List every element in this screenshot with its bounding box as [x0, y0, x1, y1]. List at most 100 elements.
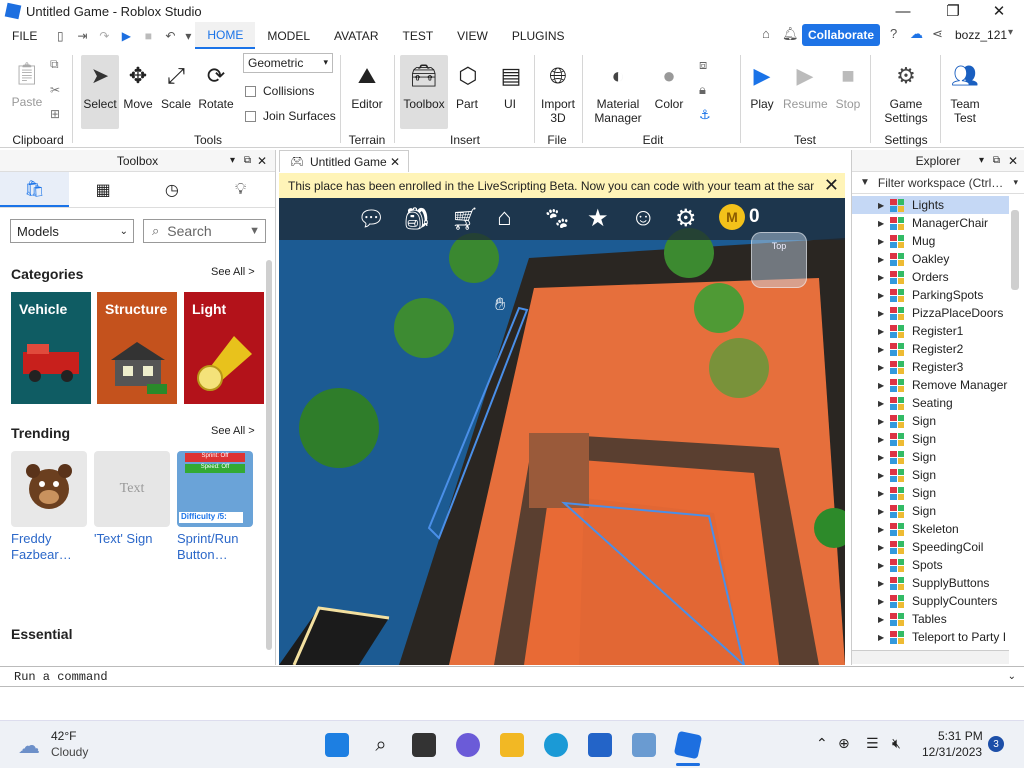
- explorer-item[interactable]: ▶ Mug: [852, 232, 1009, 250]
- paw-icon[interactable]: 🐾︎: [543, 206, 571, 232]
- expand-arrow-icon[interactable]: ▶: [878, 471, 888, 480]
- paste-button[interactable]: 📋︎ Paste: [8, 57, 46, 109]
- expand-arrow-icon[interactable]: ▶: [878, 255, 888, 264]
- game-settings-button[interactable]: ⚙ Game Settings: [880, 59, 932, 125]
- expand-arrow-icon[interactable]: ▶: [878, 543, 888, 552]
- explorer-horizontal-scrollbar[interactable]: [852, 650, 1009, 664]
- expand-arrow-icon[interactable]: ▶: [878, 435, 888, 444]
- tab-avatar[interactable]: AVATAR: [322, 22, 390, 49]
- quick-access-dropdown-icon[interactable]: ▾: [181, 26, 195, 46]
- stop-quick-icon[interactable]: ■: [137, 26, 159, 46]
- expand-arrow-icon[interactable]: ▶: [878, 201, 888, 210]
- task-view-icon[interactable]: [412, 733, 436, 757]
- expand-arrow-icon[interactable]: ▶: [878, 345, 888, 354]
- explorer-scrollbar[interactable]: [1011, 210, 1019, 290]
- material-manager-button[interactable]: ◐ Material Manager: [592, 59, 644, 125]
- trending-see-all-link[interactable]: See All >: [211, 425, 255, 437]
- chevron-down-icon[interactable]: ⌄: [1008, 671, 1016, 682]
- explorer-item[interactable]: ▶ Tables: [852, 610, 1009, 628]
- help-icon[interactable]: ?: [890, 26, 897, 41]
- username[interactable]: bozz_121: [955, 28, 1007, 42]
- trending-item-text-sign[interactable]: Text: [94, 451, 170, 527]
- lock-icon[interactable]: 🔒︎: [699, 82, 706, 98]
- command-bar[interactable]: Run a command ⌄: [0, 666, 1024, 687]
- wifi-icon[interactable]: ☰: [866, 735, 879, 752]
- category-vehicle[interactable]: Vehicle: [11, 292, 91, 404]
- ui-button[interactable]: ▤ UI: [494, 59, 526, 111]
- explorer-item[interactable]: ▶ Orders: [852, 268, 1009, 286]
- tab-plugins[interactable]: PLUGINS: [500, 22, 577, 49]
- start-windows-icon[interactable]: [325, 733, 349, 757]
- expand-arrow-icon[interactable]: ▶: [878, 453, 888, 462]
- close-icon[interactable]: ✕: [1008, 154, 1018, 168]
- move-tool-button[interactable]: ✥ Move: [121, 59, 155, 111]
- new-file-icon[interactable]: ▯: [49, 26, 71, 46]
- explorer-item[interactable]: ▶ SupplyButtons: [852, 574, 1009, 592]
- close-icon[interactable]: ✕: [257, 154, 267, 168]
- explorer-item[interactable]: ▶ PizzaPlaceDoors: [852, 304, 1009, 322]
- explorer-item[interactable]: ▶ Sign: [852, 484, 1009, 502]
- expand-arrow-icon[interactable]: ▶: [878, 327, 888, 336]
- expand-arrow-icon[interactable]: ▶: [878, 507, 888, 516]
- store-icon[interactable]: [588, 733, 612, 757]
- transform-mode-select[interactable]: Geometric ▾: [243, 53, 333, 73]
- explorer-item[interactable]: ▶ Remove Manager: [852, 376, 1009, 394]
- tab-model[interactable]: MODEL: [255, 22, 322, 49]
- trending-label[interactable]: 'Text' Sign: [94, 531, 152, 547]
- expand-arrow-icon[interactable]: ▶: [878, 597, 888, 606]
- explorer-item[interactable]: ▶ Skeleton: [852, 520, 1009, 538]
- trending-label[interactable]: Sprint/Run Button…: [177, 531, 238, 563]
- weather-condition[interactable]: Cloudy: [51, 745, 88, 759]
- resume-button[interactable]: ▶ Resume: [783, 59, 828, 111]
- minimize-button[interactable]: —: [880, 0, 926, 22]
- settings-gear-icon[interactable]: ⚙: [675, 204, 697, 233]
- chat-icon[interactable]: 💬︎: [357, 206, 385, 232]
- cut-icon[interactable]: ✂: [50, 83, 60, 97]
- copy-icon[interactable]: ⧉: [50, 57, 59, 72]
- explorer-item[interactable]: ▶ Register3: [852, 358, 1009, 376]
- chevron-down-icon[interactable]: ▾: [230, 155, 235, 166]
- cloud-icon[interactable]: ☁: [910, 26, 923, 42]
- close-button[interactable]: ✕: [976, 0, 1022, 22]
- tab-home[interactable]: HOME: [195, 22, 256, 49]
- select-tool-button[interactable]: ➤ Select: [81, 55, 119, 129]
- redo-icon[interactable]: ↷: [93, 26, 115, 46]
- view-selector-cube[interactable]: Top: [751, 232, 807, 288]
- collaborate-button[interactable]: Collaborate: [802, 24, 880, 46]
- undo-icon[interactable]: ↶: [159, 26, 181, 46]
- home-icon[interactable]: ⌂: [762, 26, 770, 41]
- explorer-item[interactable]: ▶ Spots: [852, 556, 1009, 574]
- explorer-item[interactable]: ▶ Oakley: [852, 250, 1009, 268]
- house-icon[interactable]: ⌂: [497, 204, 512, 232]
- explorer-item[interactable]: ▶ Sign: [852, 466, 1009, 484]
- game-viewport[interactable]: 💬︎ 🎒︎ 🛒︎ ⌂ 🐾︎ ★ ☺ ⚙ M 0 Top ✋︎: [279, 198, 845, 665]
- tab-marketplace[interactable]: 🛍︎: [0, 172, 69, 207]
- volume-mute-icon[interactable]: 🔇︎: [892, 735, 901, 752]
- import-3d-button[interactable]: 🌐︎ Import 3D: [538, 59, 578, 125]
- expand-arrow-icon[interactable]: ▶: [878, 561, 888, 570]
- duplicate-icon[interactable]: ⊞: [50, 107, 60, 121]
- team-test-button[interactable]: 👥︎ Team Test: [945, 59, 985, 125]
- tab-view[interactable]: VIEW: [445, 22, 500, 49]
- explorer-item[interactable]: ▶ Sign: [852, 502, 1009, 520]
- color-button[interactable]: ● Color: [651, 59, 687, 111]
- category-select[interactable]: Models ⌄: [10, 219, 134, 243]
- scale-tool-button[interactable]: ⤢ Scale: [159, 59, 193, 111]
- maximize-button[interactable]: ❐: [930, 0, 976, 22]
- expand-arrow-icon[interactable]: ▶: [878, 363, 888, 372]
- explorer-item[interactable]: ▶ Sign: [852, 430, 1009, 448]
- explorer-filter-input[interactable]: ▼ Filter workspace (Ctrl… ▾: [852, 172, 1024, 194]
- shop-cart-icon[interactable]: 🛒︎: [451, 206, 479, 232]
- close-icon[interactable]: ✕: [824, 175, 839, 196]
- network-icon[interactable]: ⊕: [838, 735, 850, 752]
- popout-icon[interactable]: ⧉: [993, 155, 1000, 166]
- command-input[interactable]: Run a command: [14, 670, 108, 684]
- share-icon[interactable]: ⋖: [932, 26, 943, 42]
- roblox-studio-taskbar-icon[interactable]: [673, 730, 703, 760]
- close-icon[interactable]: ✕: [390, 155, 400, 169]
- stop-button[interactable]: ■ Stop: [831, 59, 865, 111]
- join-surfaces-checkbox[interactable]: Join Surfaces: [245, 109, 336, 123]
- photos-icon[interactable]: [632, 733, 656, 757]
- filter-icon[interactable]: ▼: [249, 225, 260, 237]
- explorer-item[interactable]: ▶ Teleport to Party I: [852, 628, 1009, 646]
